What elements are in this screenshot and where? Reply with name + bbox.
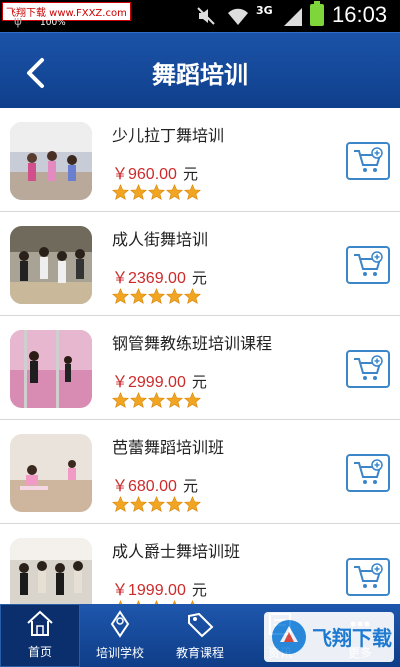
home-icon <box>27 610 53 636</box>
wifi-icon <box>226 5 250 31</box>
status-bar: 飞翔下载 www.FXXZ.com ψ 100% 3G 16:03 <box>0 0 400 32</box>
page-title: 舞蹈培训 <box>152 62 248 89</box>
watermark-text: 飞翔下载 <box>312 628 392 650</box>
price-row: ￥960.00 元 <box>112 160 198 184</box>
battery-percent: 100% <box>40 18 66 28</box>
usb-icon: ψ <box>14 14 22 28</box>
star-icon <box>166 496 183 513</box>
star-icon <box>184 496 201 513</box>
tab-label: 首页 <box>27 645 52 659</box>
add-to-cart-button[interactable] <box>346 142 390 180</box>
star-icon <box>130 288 147 305</box>
cart-add-icon <box>354 251 383 276</box>
course-name: 芭蕾舞蹈培训班 <box>112 440 225 457</box>
course-item[interactable]: 少儿拉丁舞培训 ￥960.00 元 <box>0 108 400 212</box>
course-name: 钢管舞教练班培训课程 <box>112 336 273 353</box>
star-icon <box>112 392 129 409</box>
add-to-cart-button[interactable] <box>346 246 390 284</box>
course-thumbnail <box>10 434 92 512</box>
price-row: ￥2999.00 元 <box>112 368 207 392</box>
course-item[interactable]: 成人街舞培训 ￥2369.00 元 <box>0 212 400 316</box>
course-price: ￥960.00 <box>112 166 177 183</box>
course-price: ￥2369.00 <box>112 270 186 287</box>
star-icon <box>166 288 183 305</box>
star-icon <box>112 288 129 305</box>
tag-icon <box>188 612 214 638</box>
star-icon <box>112 184 129 201</box>
rating-stars <box>112 496 201 513</box>
school-icon <box>110 610 130 638</box>
course-price: ￥1999.00 <box>112 582 186 599</box>
watermark-logo-icon <box>272 620 306 654</box>
star-icon <box>166 392 183 409</box>
mute-icon <box>196 6 216 30</box>
battery-icon <box>310 1 324 26</box>
course-item[interactable]: 钢管舞教练班培训课程 ￥2999.00 元 <box>0 316 400 420</box>
tab-courses[interactable]: 教育课程 <box>160 604 240 667</box>
cart-add-icon <box>354 459 383 484</box>
star-icon <box>148 392 165 409</box>
price-unit: 元 <box>191 373 207 391</box>
price-unit: 元 <box>191 269 207 287</box>
course-thumbnail <box>10 122 92 200</box>
cart-add-icon <box>354 147 383 172</box>
network-type: 3G <box>256 4 273 17</box>
cart-add-icon <box>354 355 383 380</box>
signal-icon <box>282 6 304 30</box>
course-name: 成人街舞培训 <box>112 232 209 249</box>
tab-label: 培训学校 <box>95 646 144 660</box>
cart-add-icon <box>354 563 383 588</box>
app-header: 舞蹈培训 <box>0 32 400 108</box>
add-to-cart-button[interactable] <box>346 350 390 388</box>
clock: 16:03 <box>332 2 388 27</box>
star-icon <box>130 392 147 409</box>
course-thumbnail <box>10 226 92 304</box>
star-icon <box>130 496 147 513</box>
tab-schools[interactable]: 培训学校 <box>80 604 160 667</box>
price-unit: 元 <box>191 581 207 599</box>
star-icon <box>184 184 201 201</box>
add-to-cart-button[interactable] <box>346 454 390 492</box>
star-icon <box>166 184 183 201</box>
course-item[interactable]: 成人爵士舞培训班 ￥1999.00 元 <box>0 524 400 604</box>
price-row: ￥2369.00 元 <box>112 264 207 288</box>
star-icon <box>148 288 165 305</box>
tab-label: 教育课程 <box>175 646 224 660</box>
star-icon <box>148 496 165 513</box>
tab-home[interactable]: 首页 <box>0 604 80 667</box>
price-unit: 元 <box>182 165 198 183</box>
course-price: ￥2999.00 <box>112 374 186 391</box>
star-icon <box>184 288 201 305</box>
course-thumbnail <box>10 538 92 604</box>
course-list[interactable]: 少儿拉丁舞培训 ￥960.00 元 成人街舞培训 ￥2369.00 元 钢管舞教… <box>0 108 400 604</box>
price-row: ￥680.00 元 <box>112 472 198 496</box>
price-row: ￥1999.00 元 <box>112 576 207 600</box>
star-icon <box>184 392 201 409</box>
star-icon <box>112 496 129 513</box>
star-icon <box>130 184 147 201</box>
course-item[interactable]: 芭蕾舞蹈培训班 ￥680.00 元 <box>0 420 400 524</box>
course-name: 成人爵士舞培训班 <box>112 544 241 561</box>
star-icon <box>148 184 165 201</box>
rating-stars <box>112 392 201 409</box>
watermark-logo: 飞翔下载 <box>264 612 394 662</box>
add-to-cart-button[interactable] <box>346 558 390 596</box>
rating-stars <box>112 288 201 305</box>
course-name: 少儿拉丁舞培训 <box>112 128 225 145</box>
course-thumbnail <box>10 330 92 408</box>
rating-stars <box>112 184 201 201</box>
price-unit: 元 <box>182 477 198 495</box>
course-price: ￥680.00 <box>112 478 177 495</box>
